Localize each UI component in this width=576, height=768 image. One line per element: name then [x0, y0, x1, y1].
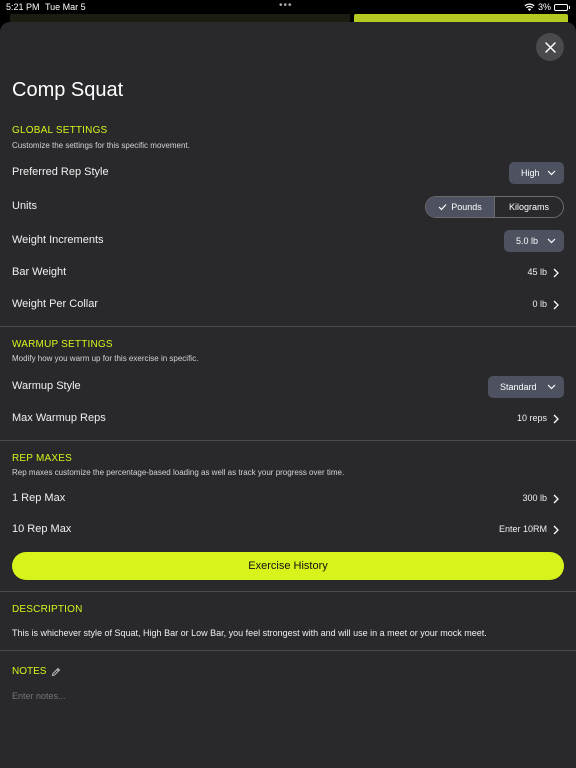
page-title: Comp Squat [12, 79, 124, 101]
units-pounds-option[interactable]: Pounds [426, 197, 495, 217]
background-screen-button [354, 14, 568, 22]
status-bar: 5:21 PM Tue Mar 5 ••• 3% [0, 0, 576, 14]
chevron-right-icon [553, 300, 559, 310]
close-icon [544, 41, 556, 53]
one-rep-max-label: 1 Rep Max [12, 492, 66, 504]
status-indicators: 3% [524, 2, 570, 12]
multitasking-dots-icon[interactable]: ••• [279, 0, 293, 11]
bar-weight-value: 45 lb [527, 267, 547, 277]
close-button[interactable] [536, 33, 564, 61]
warmup-style-value: Standard [500, 382, 537, 392]
weight-per-collar-row[interactable]: Weight Per Collar 0 lb [0, 291, 576, 319]
wifi-icon [524, 3, 535, 11]
weight-increments-row: Weight Increments 5.0 lb [0, 227, 576, 255]
divider [0, 650, 576, 651]
chevron-down-icon [547, 238, 556, 244]
warmup-style-label: Warmup Style [12, 380, 81, 392]
ten-rep-max-value: Enter 10RM [498, 524, 547, 534]
max-warmup-reps-row[interactable]: Max Warmup Reps 10 reps [0, 405, 576, 433]
divider [0, 326, 576, 327]
warmup-style-row: Warmup Style Standard [0, 373, 576, 401]
rep-maxes-heading: REP MAXES [12, 453, 72, 464]
one-rep-max-row[interactable]: 1 Rep Max 300 lb [0, 485, 576, 513]
notes-header: NOTES [12, 666, 61, 677]
exercise-history-button[interactable]: Exercise History [12, 552, 564, 580]
warmup-style-dropdown[interactable]: Standard [488, 376, 564, 398]
pencil-icon[interactable] [51, 667, 61, 677]
preferred-rep-style-label: Preferred Rep Style [12, 166, 109, 178]
notes-input[interactable] [12, 691, 552, 701]
global-settings-heading: GLOBAL SETTINGS [12, 125, 108, 136]
weight-per-collar-value: 0 lb [532, 299, 547, 309]
chevron-right-icon [553, 414, 559, 424]
chevron-right-icon [553, 268, 559, 278]
max-warmup-reps-value: 10 reps [516, 413, 547, 423]
global-settings-subtitle: Customize the settings for this specific… [12, 141, 190, 150]
weight-increments-value: 5.0 lb [516, 236, 539, 246]
divider [0, 440, 576, 441]
battery-icon [554, 3, 570, 11]
one-rep-max-value: 300 lb [522, 493, 547, 503]
warmup-settings-heading: WARMUP SETTINGS [12, 339, 113, 350]
notes-heading: NOTES [12, 666, 47, 677]
units-pounds-label: Pounds [451, 202, 482, 212]
ten-rep-max-label: 10 Rep Max [12, 523, 72, 535]
bar-weight-label: Bar Weight [12, 266, 67, 278]
chevron-right-icon [553, 494, 559, 504]
chevron-down-icon [547, 384, 556, 390]
chevron-down-icon [547, 170, 556, 176]
max-warmup-reps-label: Max Warmup Reps [12, 412, 106, 424]
preferred-rep-style-dropdown[interactable]: High [509, 162, 564, 184]
status-date: Tue Mar 5 [45, 2, 86, 12]
bar-weight-row[interactable]: Bar Weight 45 lb [0, 259, 576, 287]
units-label: Units [12, 200, 38, 212]
preferred-rep-style-row: Preferred Rep Style High [0, 159, 576, 187]
weight-increments-label: Weight Increments [12, 234, 104, 246]
preferred-rep-style-value: High [521, 168, 540, 178]
units-kilograms-label: Kilograms [508, 202, 549, 212]
battery-percent: 3% [537, 2, 551, 12]
status-time: 5:21 PM [6, 2, 40, 12]
warmup-settings-subtitle: Modify how you warm up for this exercise… [12, 354, 199, 363]
ten-rep-max-row[interactable]: 10 Rep Max Enter 10RM [0, 516, 576, 544]
description-heading: DESCRIPTION [12, 604, 83, 615]
units-row: Units Pounds Kilograms [0, 193, 576, 221]
units-segmented-control: Pounds Kilograms [425, 196, 564, 218]
divider [0, 591, 576, 592]
rep-maxes-subtitle: Rep maxes customize the percentage-based… [12, 468, 345, 477]
checkmark-icon [438, 204, 447, 211]
description-text: This is whichever style of Squat, High B… [12, 628, 487, 638]
weight-increments-dropdown[interactable]: 5.0 lb [504, 230, 564, 252]
chevron-right-icon [553, 525, 559, 535]
background-screen-edge [10, 14, 350, 22]
exercise-settings-sheet: Comp Squat GLOBAL SETTINGS Customize the… [0, 22, 576, 768]
weight-per-collar-label: Weight Per Collar [12, 298, 98, 310]
units-kilograms-option[interactable]: Kilograms [495, 197, 563, 217]
